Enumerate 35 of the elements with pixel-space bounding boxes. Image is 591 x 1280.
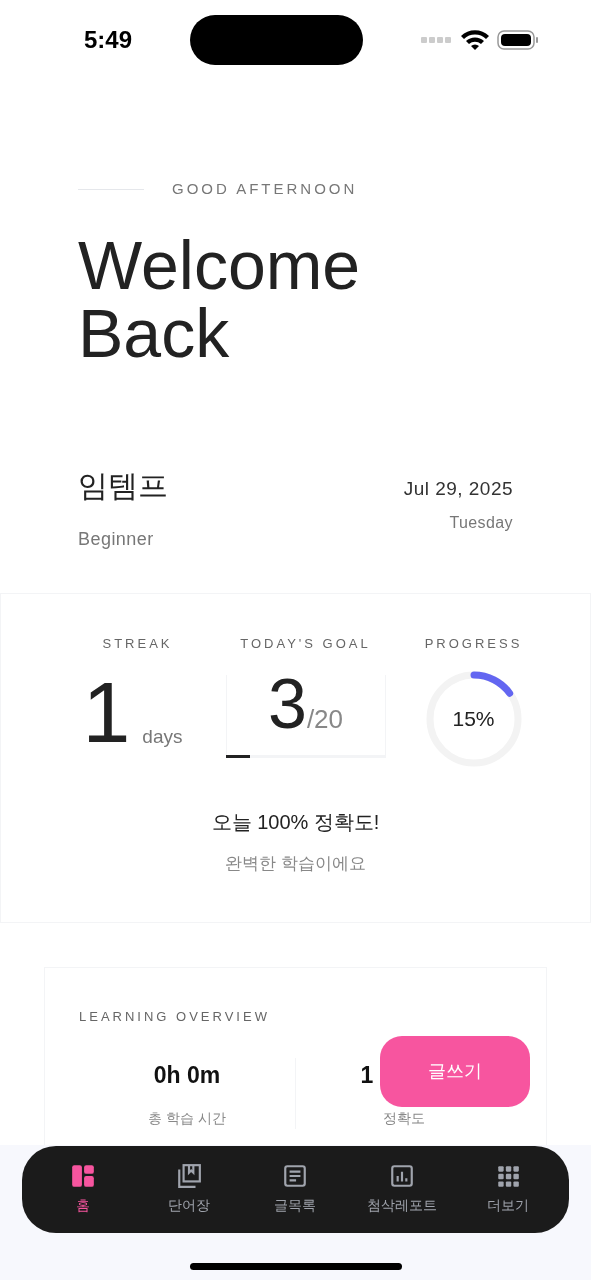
weekday-text: Tuesday <box>449 513 513 533</box>
progress-percent: 15% <box>452 707 495 731</box>
streak-label: STREAK <box>102 634 173 653</box>
dashboard-icon <box>70 1163 97 1189</box>
user-level: Beginner <box>78 527 155 551</box>
welcome-title: Welcome <box>78 230 361 299</box>
wifi-icon <box>461 30 489 50</box>
tab-item[interactable]: 글목록 <box>245 1163 346 1216</box>
accuracy-headline: 오늘 100% 정확도! <box>211 810 380 835</box>
overview-label: 정확도 <box>383 1109 425 1128</box>
date-text: Jul 29, 2025 <box>403 476 513 501</box>
bar-chart-icon <box>388 1163 415 1189</box>
streak-unit: days <box>142 724 183 749</box>
tab-item[interactable]: 첨삭레포트 <box>351 1163 452 1216</box>
progress-label: PROGRESS <box>424 634 523 653</box>
overview-value: 1 <box>360 1060 374 1090</box>
streak-value: 1 <box>82 669 131 755</box>
tab-item[interactable]: 홈 <box>33 1163 134 1216</box>
tab-item[interactable]: 단어장 <box>139 1163 240 1216</box>
goal-label: TODAY'S GOAL <box>240 634 371 653</box>
status-time: 5:49 <box>84 25 133 55</box>
overview-title: LEARNING OVERVIEW <box>79 1008 270 1024</box>
battery-icon <box>497 29 539 51</box>
overview-label: 총 학습 시간 <box>148 1109 226 1128</box>
welcome-title: Back <box>78 298 230 367</box>
tab-item[interactable]: 더보기 <box>457 1163 558 1216</box>
goal-value: 3 <box>267 669 307 739</box>
document-icon <box>282 1163 309 1189</box>
overview-value: 0h 0m <box>153 1060 221 1090</box>
signal-icon <box>421 36 453 44</box>
goal-total: /20 <box>306 703 344 736</box>
greeting-label: GOOD AFTERNOON <box>172 179 358 199</box>
bookmark-book-icon <box>176 1163 203 1189</box>
accuracy-subline: 완벽한 학습이에요 <box>225 853 366 875</box>
user-name: 임템프 <box>78 467 168 504</box>
